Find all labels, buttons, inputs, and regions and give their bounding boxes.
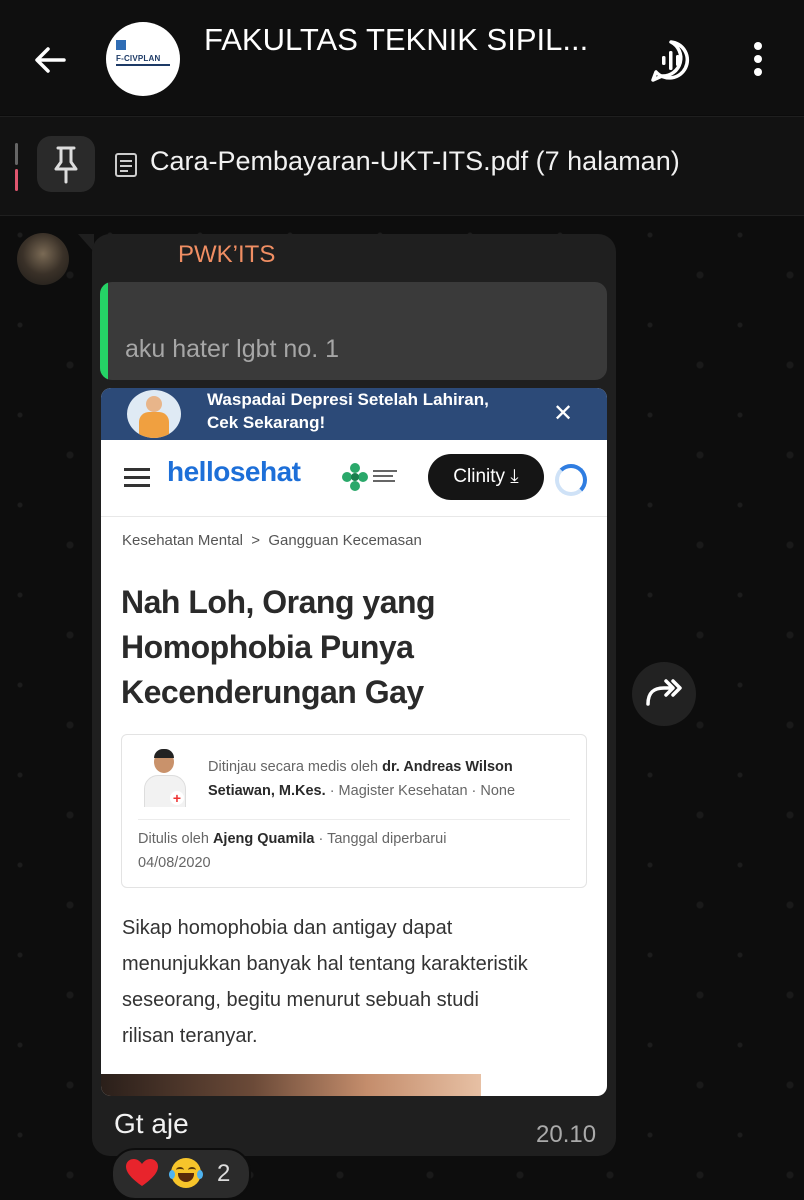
group-avatar[interactable]: F-CIVPLAN (106, 22, 180, 96)
close-icon: ✕ (553, 400, 574, 427)
message-caption: Gt aje (114, 1108, 189, 1139)
logo-mark (116, 40, 126, 50)
headline-line: Homophobia Punya (121, 629, 414, 665)
banner-text: Waspadai Depresi Setelah Lahiran, Cek Se… (207, 388, 489, 434)
breadcrumb-item: Kesehatan Mental (122, 532, 243, 549)
forward-icon (646, 679, 682, 706)
image-attachment[interactable]: Waspadai Depresi Setelah Lahiran, Cek Se… (101, 388, 607, 1096)
article-headline: Nah Loh, Orang yang Homophobia Punya Kec… (121, 580, 581, 715)
review-line-1: Ditinjau secara medis oleh dr. Andreas W… (208, 759, 513, 775)
document-icon (115, 153, 137, 177)
quoted-text: aku hater lgbt no. 1 (125, 335, 340, 363)
reviewer-credentials: · Magister Kesehatan · None (329, 783, 516, 799)
pinned-file-name[interactable]: Cara-Pembayaran-UKT-ITS.pdf (7 halaman) (150, 146, 680, 177)
article-line: rilisan teranyar. (122, 1025, 258, 1047)
download-icon: ⤓ (510, 466, 519, 487)
sender-avatar[interactable] (17, 233, 69, 285)
article-body: Sikap homophobia dan antigay dapat menun… (122, 910, 592, 1054)
site-brand: hellosehat (167, 456, 301, 487)
headline-line: Kecenderungan Gay (121, 674, 424, 710)
message-time: 20.10 (536, 1121, 597, 1148)
pin-indicator (15, 143, 18, 165)
breadcrumb: Kesehatan Mental > Gangguan Kecemasan (122, 532, 422, 549)
menu-icon (124, 468, 150, 471)
reviewer-name: dr. Andreas Wilson (382, 759, 513, 775)
article-line: seseorang, begitu menurut sebuah studi (122, 989, 479, 1011)
written-prefix: Ditulis oleh (138, 831, 209, 847)
pin-indicator-active (15, 169, 18, 191)
headline-line: Nah Loh, Orang yang (121, 584, 436, 620)
breadcrumb-separator: > (251, 532, 261, 549)
sender-name[interactable]: PWK’ITS (178, 241, 275, 269)
more-vert-icon (754, 42, 762, 76)
pin-icon (54, 146, 78, 184)
banner-line-1: Waspadai Depresi Setelah Lahiran, (207, 390, 489, 409)
back-arrow-icon (35, 47, 66, 73)
logo-underline (116, 64, 170, 66)
reviewer-name-cont: Setiawan, M.Kes. (208, 783, 326, 799)
review-line-2: Setiawan, M.Kes. · Magister Kesehatan · … (208, 783, 515, 799)
quote-bar (100, 282, 108, 380)
article-line: menunjukkan banyak hal tentang karakteri… (122, 953, 528, 975)
author-line: Ditulis oleh Ajeng Quamila · Tanggal dip… (138, 831, 446, 847)
reactions-pill[interactable]: 2 (111, 1148, 251, 1200)
forward-button[interactable] (632, 662, 696, 726)
doctor-photo: + (140, 749, 190, 807)
pin-button[interactable] (37, 136, 95, 192)
kemkes-logo (342, 463, 397, 491)
ad-banner: Waspadai Depresi Setelah Lahiran, Cek Se… (101, 388, 607, 440)
quoted-message[interactable]: aku hater lgbt no. 1 (100, 282, 607, 380)
updated-label: · Tanggal diperbarui (318, 831, 447, 847)
review-prefix: Ditinjau secara medis oleh (208, 759, 379, 775)
voice-chat-button[interactable] (648, 38, 694, 89)
back-button[interactable] (28, 38, 72, 82)
group-logo-text: F-CIVPLAN (116, 54, 161, 63)
review-card: + Ditinjau secara medis oleh dr. Andreas… (121, 734, 587, 888)
reaction-count: 2 (217, 1160, 231, 1187)
banner-line-2: Cek Sekarang! (207, 413, 326, 432)
divider (138, 819, 570, 820)
laughing-face-icon (169, 1158, 203, 1188)
chat-title[interactable]: FAKULTAS TEKNIK SIPIL... (204, 22, 624, 58)
site-nav: hellosehat Clinity ⤓ (101, 440, 607, 517)
article-line: Sikap homophobia dan antigay dapat (122, 917, 453, 939)
loading-spinner-icon (555, 464, 587, 496)
clinity-button: Clinity ⤓ (428, 454, 544, 500)
more-options-button[interactable] (746, 40, 770, 85)
red-heart-icon (126, 1159, 158, 1186)
voice-chat-icon (651, 40, 690, 82)
clinity-label: Clinity (453, 466, 506, 487)
breadcrumb-item: Gangguan Kecemasan (268, 532, 422, 549)
article-image (101, 1074, 481, 1096)
updated-date: 04/08/2020 (138, 855, 211, 871)
banner-illustration (127, 390, 181, 438)
author-name: Ajeng Quamila (212, 831, 315, 847)
medical-cross-icon: + (170, 791, 184, 805)
